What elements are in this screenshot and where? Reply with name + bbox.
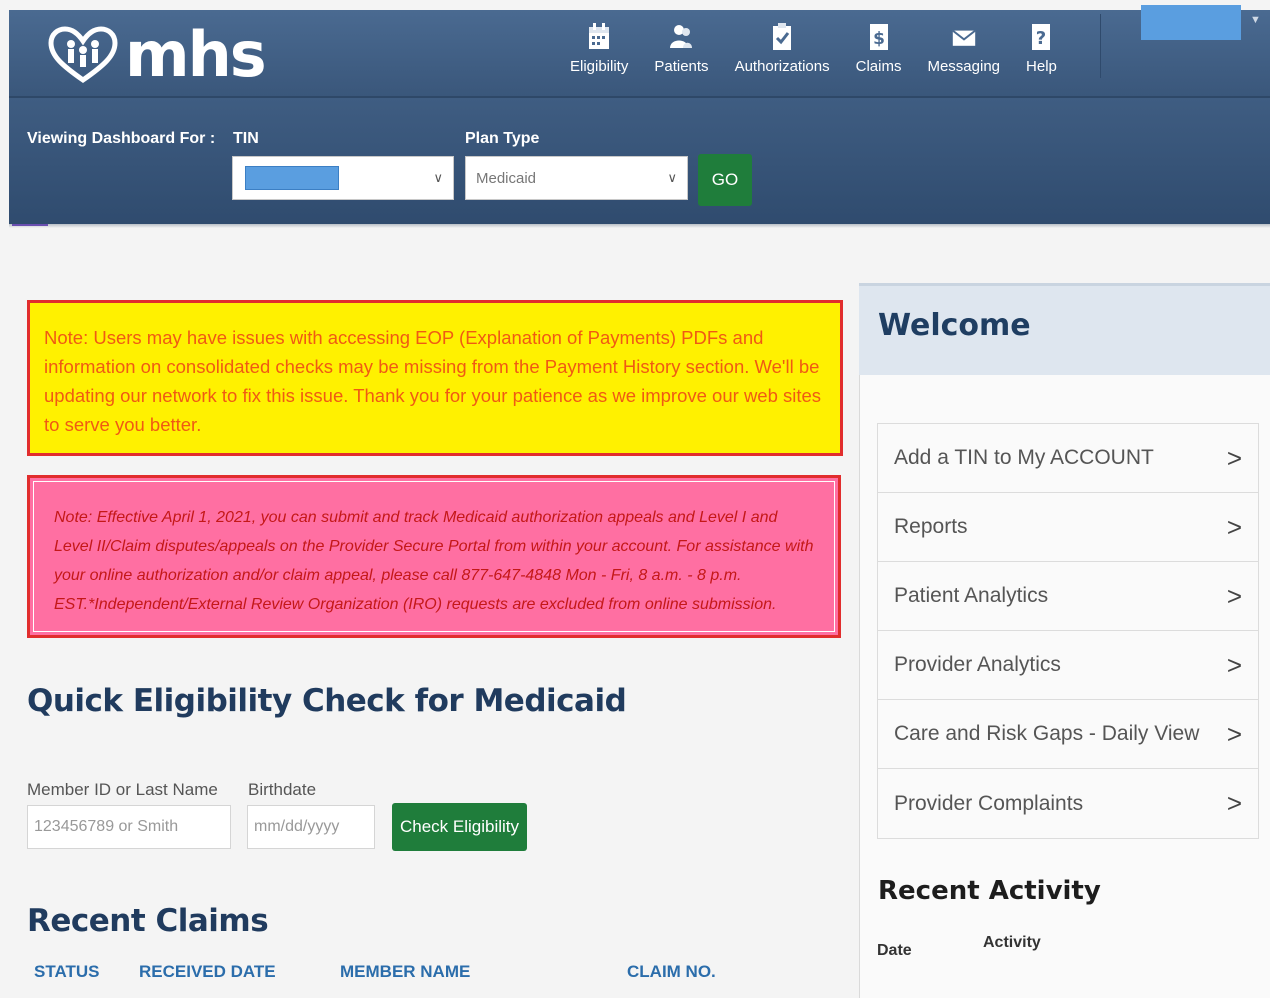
check-eligibility-button[interactable]: Check Eligibility bbox=[392, 803, 527, 851]
plan-type-label: Plan Type bbox=[465, 130, 540, 147]
family-logo-icon bbox=[48, 25, 118, 83]
tin-label: TIN bbox=[233, 130, 259, 147]
nav-patients-label: Patients bbox=[654, 58, 709, 75]
question-icon: ? bbox=[1032, 24, 1051, 50]
go-button[interactable]: GO bbox=[698, 154, 752, 206]
column-member-name[interactable]: MEMBER NAME bbox=[340, 962, 470, 982]
nav-help[interactable]: ? Help bbox=[1013, 22, 1070, 75]
svg-text:$: $ bbox=[873, 29, 885, 49]
viewing-dashboard-label: Viewing Dashboard For : bbox=[27, 130, 216, 147]
nav-messaging-label: Messaging bbox=[927, 58, 1001, 75]
chevron-right-icon: > bbox=[1226, 649, 1242, 680]
dollar-document-icon: $ bbox=[869, 24, 888, 50]
column-claim-no[interactable]: CLAIM NO. bbox=[627, 962, 716, 982]
mhs-logo[interactable]: mhs bbox=[47, 18, 267, 91]
top-navigation-bar: mhs Eligibility Patients Authorizations … bbox=[9, 10, 1270, 96]
birthdate-input[interactable]: mm/dd/yyyy bbox=[247, 805, 375, 849]
menu-item-label: Patient Analytics bbox=[894, 584, 1049, 607]
chevron-down-icon: ∨ bbox=[667, 170, 677, 185]
tin-select[interactable]: ∨ bbox=[232, 156, 454, 200]
accent-line bbox=[12, 224, 48, 226]
menu-item-label: Care and Risk Gaps - Daily View bbox=[894, 722, 1200, 745]
nav-messaging[interactable]: Messaging bbox=[914, 22, 1013, 75]
menu-reports[interactable]: Reports > bbox=[878, 493, 1258, 562]
logo-text: mhs bbox=[125, 18, 267, 91]
recent-activity-title: Recent Activity bbox=[878, 876, 1101, 906]
user-account-menu[interactable] bbox=[1141, 5, 1241, 40]
menu-provider-complaints[interactable]: Provider Complaints > bbox=[878, 769, 1258, 838]
tin-redacted-value bbox=[245, 166, 339, 190]
column-status[interactable]: STATUS bbox=[34, 962, 99, 982]
nav-divider bbox=[1100, 14, 1101, 78]
nav-claims-label: Claims bbox=[855, 58, 902, 75]
nav-claims[interactable]: $ Claims bbox=[843, 22, 915, 75]
nav-eligibility[interactable]: Eligibility bbox=[557, 22, 641, 75]
menu-patient-analytics[interactable]: Patient Analytics > bbox=[878, 562, 1258, 631]
chevron-right-icon: > bbox=[1226, 788, 1242, 818]
nav-authorizations[interactable]: Authorizations bbox=[722, 22, 843, 75]
svg-text:?: ? bbox=[1036, 28, 1046, 49]
payment-notice: Note: Users may have issues with accessi… bbox=[27, 300, 843, 456]
chevron-right-icon: > bbox=[1226, 511, 1242, 542]
caret-down-icon[interactable]: ▼ bbox=[1250, 14, 1261, 26]
menu-care-risk-gaps[interactable]: Care and Risk Gaps - Daily View > bbox=[878, 700, 1258, 769]
welcome-title: Welcome bbox=[878, 308, 1031, 343]
patients-icon bbox=[670, 25, 693, 48]
welcome-menu: Add a TIN to My ACCOUNT > Reports > Patien… bbox=[877, 423, 1259, 839]
plan-type-select[interactable]: Medicaid ∨ bbox=[465, 156, 688, 200]
activity-column-activity: Activity bbox=[983, 934, 1041, 951]
envelope-icon bbox=[951, 29, 976, 46]
calendar-icon bbox=[589, 23, 610, 49]
clipboard-check-icon bbox=[773, 23, 792, 50]
chevron-right-icon: > bbox=[1226, 580, 1242, 611]
appeals-notice: Note: Effective April 1, 2021, you can s… bbox=[27, 475, 841, 638]
nav-help-label: Help bbox=[1026, 58, 1057, 75]
recent-claims-title: Recent Claims bbox=[27, 903, 269, 939]
chevron-down-icon: ∨ bbox=[433, 170, 443, 185]
activity-column-date: Date bbox=[877, 942, 912, 959]
menu-item-label: Add a TIN to My ACCOUNT bbox=[894, 446, 1154, 469]
member-id-label: Member ID or Last Name bbox=[27, 780, 218, 799]
main-nav: Eligibility Patients Authorizations $ Cl… bbox=[557, 22, 1070, 75]
nav-eligibility-label: Eligibility bbox=[570, 58, 629, 75]
menu-provider-analytics[interactable]: Provider Analytics > bbox=[878, 631, 1258, 700]
chevron-right-icon: > bbox=[1226, 442, 1242, 473]
menu-item-label: Provider Complaints bbox=[894, 791, 1084, 815]
nav-authorizations-label: Authorizations bbox=[734, 58, 830, 75]
divider bbox=[9, 224, 1270, 228]
column-received-date[interactable]: RECEIVED DATE bbox=[139, 962, 276, 982]
chevron-right-icon: > bbox=[1226, 718, 1242, 749]
member-id-input[interactable]: 123456789 or Smith bbox=[27, 805, 231, 849]
quick-eligibility-title: Quick Eligibility Check for Medicaid bbox=[27, 683, 627, 719]
nav-patients[interactable]: Patients bbox=[641, 22, 721, 75]
menu-item-label: Provider Analytics bbox=[894, 653, 1061, 676]
menu-add-tin[interactable]: Add a TIN to My ACCOUNT > bbox=[878, 424, 1258, 493]
menu-item-label: Reports bbox=[894, 515, 968, 538]
plan-type-value: Medicaid bbox=[476, 169, 537, 187]
birthdate-label: Birthdate bbox=[248, 780, 317, 799]
